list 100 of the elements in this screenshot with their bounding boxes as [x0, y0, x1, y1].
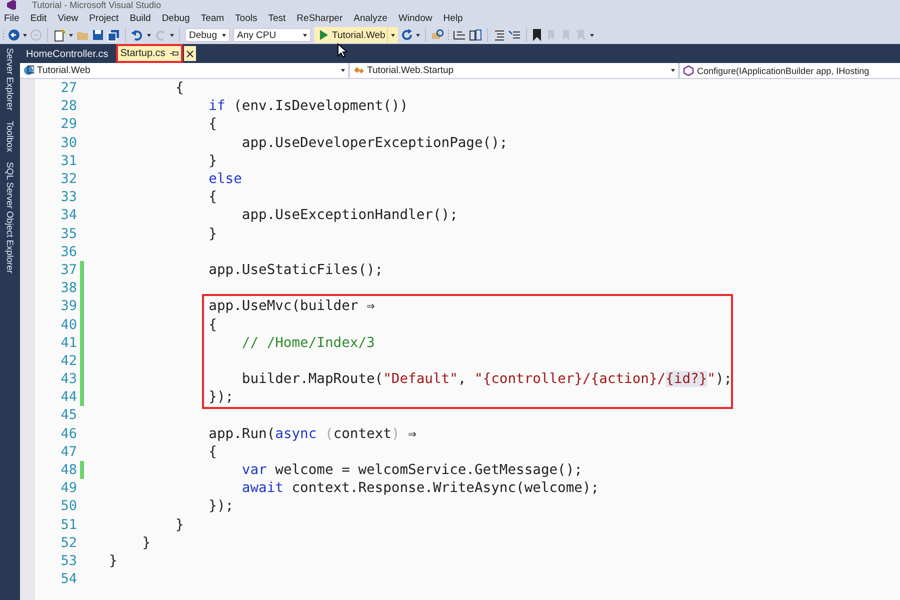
bookmark-icon[interactable]	[532, 29, 542, 41]
line-number: 35	[60, 226, 77, 242]
caret-icon[interactable]	[170, 34, 174, 36]
platform-dropdown[interactable]: Any CPU	[233, 28, 311, 42]
code-line: {	[208, 189, 217, 206]
document-tab[interactable]: Startup.cs	[116, 44, 184, 63]
caret-icon[interactable]	[303, 34, 307, 36]
side-panel-tab[interactable]: Toolbox	[5, 120, 15, 152]
class-icon	[353, 65, 364, 76]
method-icon	[683, 65, 694, 76]
code-line: {	[208, 444, 217, 460]
line-number: 38	[60, 280, 77, 296]
logo-icon	[6, 0, 16, 10]
caret-icon[interactable]	[590, 34, 594, 36]
columns-icon[interactable]	[469, 29, 482, 41]
line-number: 48	[60, 462, 77, 478]
menu-item[interactable]: Window	[398, 12, 432, 24]
code-line: {	[174, 80, 184, 96]
code-line: app.Run(async (context) ⇒	[208, 426, 416, 442]
line-number: 27	[60, 80, 77, 96]
menu-item[interactable]: Analyze	[354, 12, 388, 24]
close-button[interactable]	[184, 46, 196, 61]
configuration-dropdown[interactable]: Debug	[185, 28, 230, 42]
line-number: 42	[60, 352, 77, 369]
caret-icon[interactable]	[69, 34, 73, 36]
caret-icon[interactable]	[671, 69, 675, 72]
code-line: app.UseExceptionHandler();	[240, 207, 458, 224]
line-number: 36	[60, 244, 77, 260]
line-number: 43	[60, 371, 77, 388]
menu-item[interactable]: View	[58, 12, 78, 24]
menu-item[interactable]: Build	[130, 12, 151, 24]
save-icon[interactable]	[92, 29, 104, 41]
project-dropdown[interactable]: Tutorial.Web	[20, 63, 348, 79]
line-number: 33	[60, 189, 77, 206]
side-panel-tab[interactable]: Server Explorer	[5, 48, 15, 111]
undo-icon[interactable]	[131, 29, 144, 41]
code-line: await context.Response.WriteAsync(welcome);	[240, 480, 600, 496]
line-number: 39	[60, 298, 77, 314]
line-number: 41	[60, 334, 77, 351]
line-number: 54	[60, 571, 77, 588]
code-line: }	[208, 226, 217, 242]
line-number: 32	[60, 171, 77, 188]
play-icon	[319, 30, 328, 40]
line-number: 37	[60, 262, 77, 278]
line-number: 34	[60, 207, 77, 224]
member-dropdown[interactable]: Configure(IApplicationBuilder app, IHosting	[680, 63, 900, 79]
type-dropdown[interactable]: Tutorial.Web.Startup	[350, 63, 678, 79]
close-icon	[186, 50, 194, 58]
code-line: });	[208, 389, 234, 406]
pin-icon[interactable]	[170, 50, 180, 57]
side-panel-tab[interactable]: SQL Server Object Explorer	[5, 162, 15, 273]
refresh-icon[interactable]	[401, 29, 414, 41]
line-number: 29	[60, 116, 77, 132]
document-tab[interactable]: HomeController.cs	[22, 46, 112, 63]
menu-item[interactable]: Team	[200, 12, 224, 24]
code-line: app.UseDeveloperExceptionPage();	[240, 134, 508, 151]
caret-icon[interactable]	[341, 69, 345, 72]
line-number: 47	[60, 444, 77, 460]
menu-item[interactable]: Debug	[162, 12, 190, 24]
code-line: else	[208, 171, 242, 188]
code-line: {	[208, 316, 217, 333]
line-number: 30	[60, 134, 77, 151]
line-number: 45	[60, 407, 77, 424]
menu-item[interactable]: Help	[443, 12, 463, 24]
redo-icon	[154, 29, 167, 41]
line-number: 46	[60, 426, 77, 442]
menu-item[interactable]: ReSharper	[296, 12, 343, 24]
caret-icon[interactable]	[222, 34, 226, 36]
window-title: Tutorial - Microsoft Visual Studio	[32, 0, 162, 10]
find-icon[interactable]	[431, 29, 444, 41]
start-button[interactable]: Tutorial.Web	[314, 27, 388, 43]
line-number: 52	[60, 534, 77, 551]
code-line: if (env.IsDevelopment())	[208, 98, 408, 114]
save-all-icon[interactable]	[107, 28, 120, 42]
code-line: }	[109, 552, 118, 569]
menu-item[interactable]: Project	[89, 12, 119, 24]
mouse-pointer-icon	[337, 43, 347, 58]
code-line: }	[174, 516, 184, 533]
back-icon[interactable]	[8, 29, 20, 41]
outdent-icon[interactable]	[453, 29, 466, 41]
menu-item[interactable]: File	[4, 12, 20, 24]
caret-icon[interactable]	[416, 34, 420, 36]
code-line: }	[141, 534, 151, 551]
line-number: 31	[60, 152, 77, 169]
caret-icon[interactable]	[23, 34, 27, 36]
line-number: 40	[60, 316, 77, 333]
caret-icon[interactable]	[391, 34, 396, 36]
code-line: });	[208, 498, 234, 514]
menu-item[interactable]: Test	[268, 12, 286, 24]
code-line: }	[208, 152, 217, 169]
line-number: 51	[60, 516, 77, 533]
line-number: 44	[60, 389, 77, 406]
line-number: 49	[60, 480, 77, 496]
line-number: 50	[60, 498, 77, 514]
caret-icon[interactable]	[147, 34, 151, 36]
menu-item[interactable]: Tools	[235, 12, 258, 24]
new-project-icon[interactable]	[53, 28, 66, 42]
code-line: // /Home/Index/3	[240, 334, 375, 351]
menu-item[interactable]: Edit	[30, 12, 47, 24]
line-number: 28	[60, 98, 77, 114]
